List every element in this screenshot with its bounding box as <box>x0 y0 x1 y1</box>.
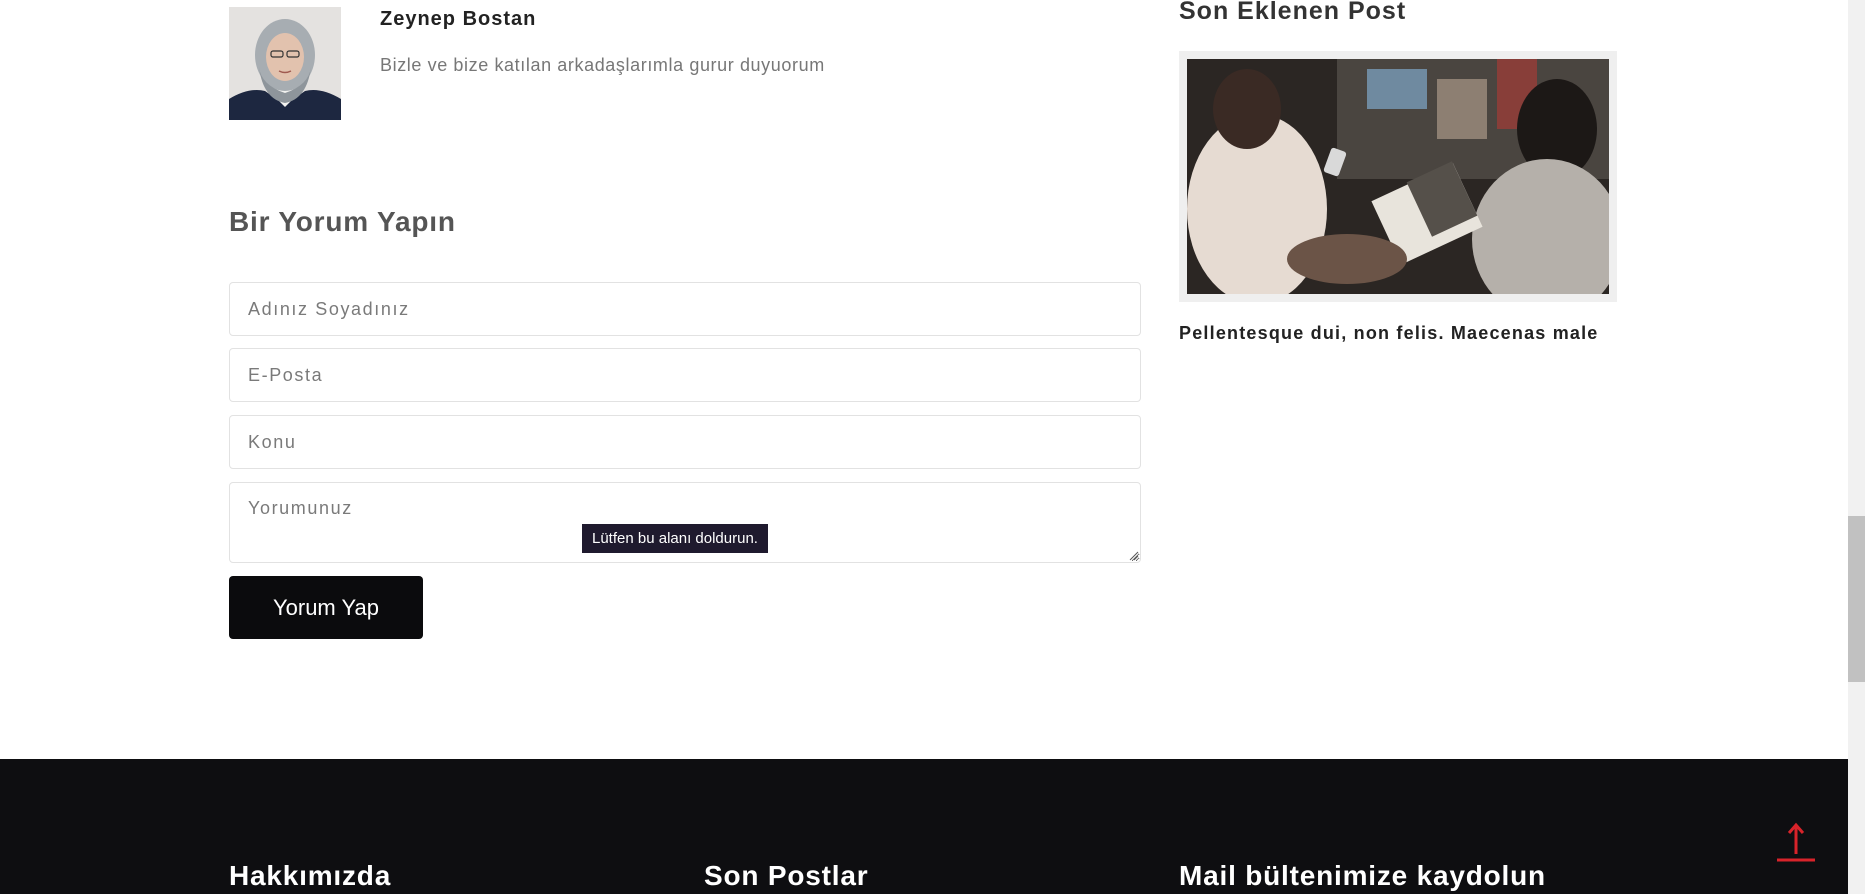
footer-heading-recent-posts: Son Postlar <box>704 860 869 891</box>
validation-tooltip: Lütfen bu alanı doldurun. <box>582 524 768 553</box>
subject-input[interactable] <box>229 415 1141 469</box>
name-input[interactable] <box>229 282 1141 336</box>
arrow-up-icon <box>1777 822 1815 862</box>
sidebar-title: Son Eklenen Post <box>1179 0 1407 25</box>
author-name: Zeynep Bostan <box>380 8 537 30</box>
recent-post-title[interactable]: Pellentesque dui, non felis. Maecenas ma… <box>1179 323 1599 344</box>
recent-post-image[interactable] <box>1187 59 1609 294</box>
back-to-top-button[interactable] <box>1774 820 1818 864</box>
author-bio: Bizle ve bize katılan arkadaşlarımla gur… <box>380 55 825 75</box>
scrollbar-track[interactable] <box>1848 0 1865 894</box>
recent-post-card[interactable] <box>1179 51 1617 302</box>
author-avatar <box>229 7 341 120</box>
footer-heading-about: Hakkımızda <box>229 860 392 891</box>
submit-comment-button[interactable]: Yorum Yap <box>229 576 423 639</box>
resize-handle-icon[interactable] <box>1129 551 1139 561</box>
scrollbar-thumb[interactable] <box>1848 516 1865 682</box>
email-input[interactable] <box>229 348 1141 402</box>
comment-form-title: Bir Yorum Yapın <box>229 206 456 237</box>
footer-heading-newsletter: Mail bültenimize kaydolun <box>1179 860 1546 891</box>
